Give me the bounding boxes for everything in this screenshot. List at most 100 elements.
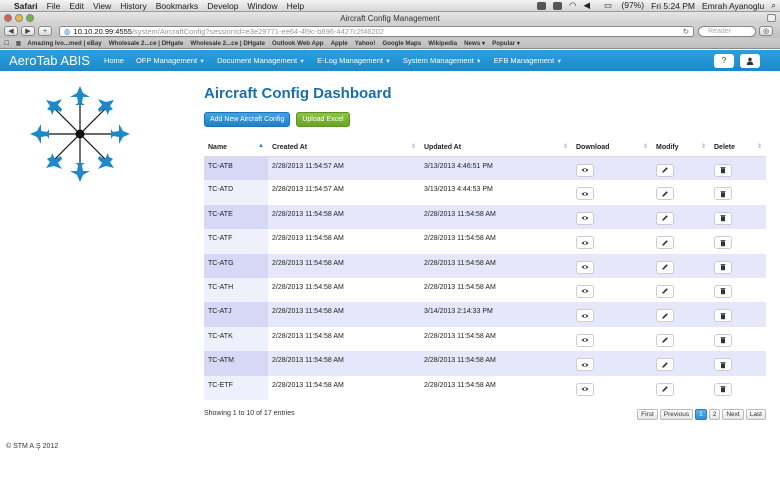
modify-button[interactable] bbox=[656, 309, 674, 323]
bookmark-item[interactable]: Wholesale 2...ce | DHgate bbox=[109, 40, 184, 47]
nav-label: System Management bbox=[402, 56, 474, 65]
menu-view[interactable]: View bbox=[93, 1, 111, 11]
bookmark-item[interactable]: Wikipedia bbox=[428, 40, 457, 47]
address-bar[interactable]: ◍ 10.10.20.99:4555 /system/AircraftConfi… bbox=[59, 25, 694, 37]
download-button[interactable] bbox=[576, 211, 594, 225]
zoom-window-button[interactable] bbox=[26, 14, 34, 22]
bookmark-item[interactable]: Apple bbox=[331, 40, 348, 47]
user-name[interactable]: Emrah Ayanoglu bbox=[702, 1, 764, 11]
close-window-button[interactable] bbox=[4, 14, 12, 22]
volume-icon[interactable]: ◀ bbox=[583, 0, 590, 11]
wifi-icon[interactable]: ◠ bbox=[569, 0, 576, 11]
modify-button[interactable] bbox=[656, 163, 674, 177]
nav-efb-management[interactable]: EFB Management ▼ bbox=[494, 56, 562, 65]
column-header-updated-at[interactable]: Updated At ⇕ bbox=[420, 140, 572, 157]
delete-button[interactable] bbox=[714, 382, 732, 396]
download-button[interactable] bbox=[576, 382, 594, 396]
reload-icon[interactable]: ↻ bbox=[683, 27, 689, 36]
brand-logo-text[interactable]: AeroTab ABIS bbox=[9, 53, 90, 68]
previous-page-button[interactable]: Previous bbox=[659, 409, 694, 420]
bookmark-item[interactable]: Google Maps bbox=[382, 40, 421, 47]
delete-button[interactable] bbox=[714, 236, 732, 250]
clock[interactable]: Fri 5:24 PM bbox=[651, 1, 695, 11]
download-button[interactable] bbox=[576, 260, 594, 274]
top-sites-icon[interactable]: ▦ bbox=[16, 40, 22, 47]
delete-button[interactable] bbox=[714, 163, 732, 177]
delete-button[interactable] bbox=[714, 284, 732, 298]
page-button-2[interactable]: 2 bbox=[708, 409, 721, 420]
download-button[interactable] bbox=[576, 333, 594, 347]
delete-button[interactable] bbox=[714, 358, 732, 372]
modify-button[interactable] bbox=[656, 187, 674, 201]
eye-icon bbox=[581, 385, 589, 393]
download-button[interactable] bbox=[576, 358, 594, 372]
add-aircraft-config-button[interactable]: Add New Aircraft Config bbox=[204, 112, 291, 127]
menu-bookmarks[interactable]: Bookmarks bbox=[156, 1, 199, 11]
back-button[interactable]: ◀ bbox=[4, 26, 18, 36]
delete-button[interactable] bbox=[714, 333, 732, 347]
status-icon[interactable] bbox=[537, 1, 547, 10]
download-button[interactable] bbox=[576, 163, 594, 177]
column-header-download[interactable]: Download ⇕ bbox=[572, 140, 652, 157]
menu-file[interactable]: File bbox=[47, 1, 61, 11]
delete-button[interactable] bbox=[714, 187, 732, 201]
column-header-delete[interactable]: Delete ⇕ bbox=[710, 140, 766, 157]
nav-elog-management[interactable]: E-Log Management ▼ bbox=[317, 56, 391, 65]
new-tab-button[interactable]: + bbox=[38, 26, 52, 36]
column-header-created-at[interactable]: Created At ⇕ bbox=[268, 140, 420, 157]
nav-ofp-management[interactable]: OFP Management ▼ bbox=[136, 56, 205, 65]
forward-button[interactable]: ▶ bbox=[21, 26, 35, 36]
bookmark-folder[interactable]: Popular ▾ bbox=[492, 40, 520, 47]
download-button[interactable] bbox=[576, 309, 594, 323]
battery-status[interactable]: ▭ (97%) bbox=[597, 0, 644, 11]
cell-created-at: 2/28/2013 11:54:58 AM bbox=[268, 302, 420, 327]
first-page-button[interactable]: First bbox=[637, 409, 658, 420]
delete-button[interactable] bbox=[714, 211, 732, 225]
eye-icon bbox=[581, 166, 589, 174]
download-button[interactable]: ◎ bbox=[759, 26, 773, 36]
next-page-button[interactable]: Next bbox=[722, 409, 744, 420]
menu-edit[interactable]: Edit bbox=[69, 1, 84, 11]
menu-window[interactable]: Window bbox=[247, 1, 277, 11]
help-button[interactable]: ? bbox=[714, 53, 734, 68]
user-button[interactable] bbox=[740, 53, 760, 68]
column-header-modify[interactable]: Modify ⇕ bbox=[652, 140, 710, 157]
modify-button[interactable] bbox=[656, 260, 674, 274]
modify-button[interactable] bbox=[656, 236, 674, 250]
delete-button[interactable] bbox=[714, 260, 732, 274]
reading-list-icon[interactable]: ☐ bbox=[4, 40, 10, 47]
delete-button[interactable] bbox=[714, 309, 732, 323]
reader-button[interactable]: Reader bbox=[698, 25, 756, 37]
bookmark-item[interactable]: Amazing Ivo...med | eBay bbox=[27, 40, 101, 47]
download-button[interactable] bbox=[576, 187, 594, 201]
modify-button[interactable] bbox=[656, 382, 674, 396]
bookmark-item[interactable]: Outlook Web App bbox=[272, 40, 324, 47]
table-row: TC-ATD 2/28/2013 11:54:57 AM 3/13/2013 4:4… bbox=[204, 180, 766, 205]
menu-history[interactable]: History bbox=[120, 1, 146, 11]
last-page-button[interactable]: Last bbox=[745, 409, 766, 420]
upload-excel-button[interactable]: Upload Excel bbox=[296, 112, 350, 127]
table-row: TC-ATE 2/28/2013 11:54:58 AM 2/28/2013 11:… bbox=[204, 204, 766, 230]
column-header-name[interactable]: Name ▲ bbox=[204, 140, 268, 157]
download-button[interactable] bbox=[576, 236, 594, 250]
bookmark-item[interactable]: Yahoo! bbox=[355, 40, 376, 47]
bookmark-item[interactable]: Wholesale 2...ce | DHgate bbox=[190, 40, 265, 47]
nav-home[interactable]: Home bbox=[104, 56, 124, 65]
nav-document-management[interactable]: Document Management ▼ bbox=[217, 56, 305, 65]
page-button-1[interactable]: 1 bbox=[695, 409, 707, 420]
modify-button[interactable] bbox=[656, 333, 674, 347]
nav-system-management[interactable]: System Management ▼ bbox=[403, 56, 482, 65]
menu-safari[interactable]: Safari bbox=[14, 1, 38, 11]
bookmark-folder[interactable]: News ▾ bbox=[464, 40, 485, 47]
status-icon[interactable] bbox=[553, 1, 563, 10]
modify-button[interactable] bbox=[656, 358, 674, 372]
minimize-window-button[interactable] bbox=[15, 14, 23, 22]
spotlight-icon[interactable]: ⌕ bbox=[771, 0, 776, 11]
menu-develop[interactable]: Develop bbox=[207, 1, 238, 11]
modify-button[interactable] bbox=[656, 211, 674, 225]
fullscreen-button[interactable] bbox=[767, 14, 776, 22]
cell-created-at: 2/28/2013 11:54:58 AM bbox=[268, 204, 420, 230]
download-button[interactable] bbox=[576, 284, 594, 298]
modify-button[interactable] bbox=[656, 284, 674, 298]
menu-help[interactable]: Help bbox=[287, 1, 304, 11]
